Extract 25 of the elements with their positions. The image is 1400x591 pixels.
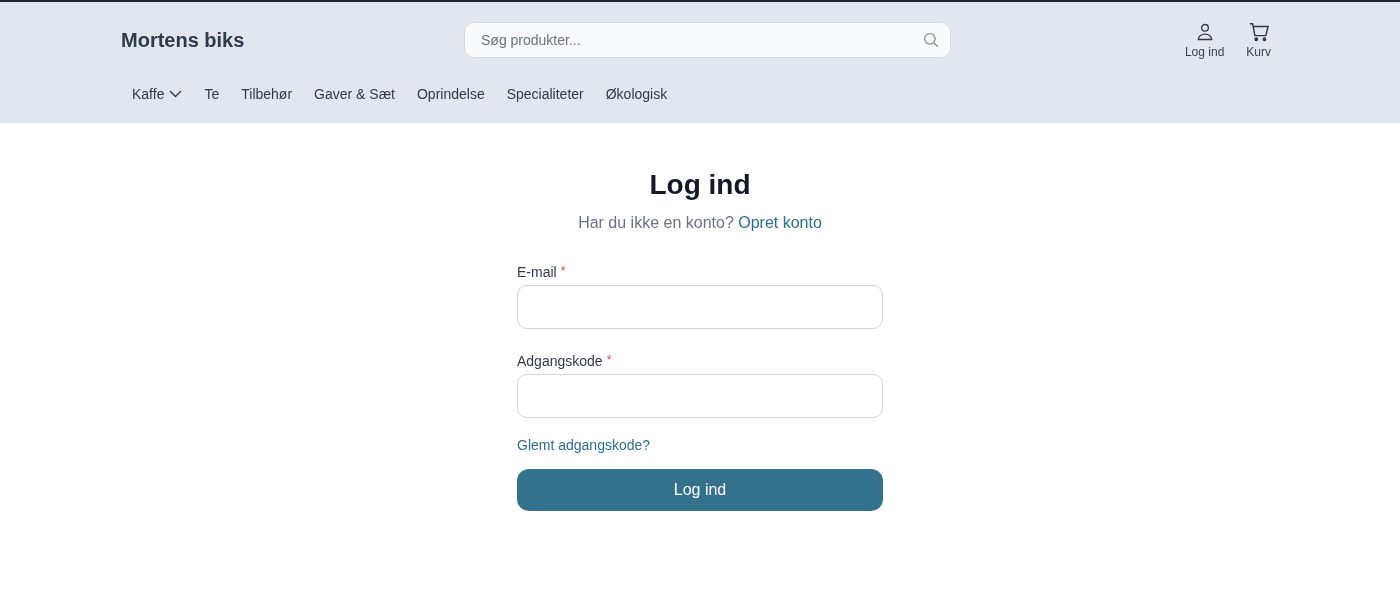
nav-item[interactable]: Te <box>193 78 231 110</box>
nav-item[interactable]: Oprindelse <box>406 78 496 110</box>
cart-icon <box>1247 21 1270 42</box>
login-button[interactable]: Log ind <box>517 469 883 511</box>
cart-link[interactable]: Kurv <box>1246 21 1271 59</box>
chevron-down-icon <box>169 90 183 98</box>
search-field[interactable]: Søg produkter... <box>464 22 951 58</box>
nav-item[interactable]: Specialiteter <box>495 78 595 110</box>
required-mark: * <box>606 353 612 369</box>
forgot-password-link[interactable]: Glemt adgangskode? <box>517 437 651 453</box>
account-link[interactable]: Log ind <box>1184 21 1225 59</box>
required-mark: * <box>560 264 566 280</box>
search-icon[interactable] <box>922 31 940 49</box>
field-label: Adgangskode <box>517 353 603 369</box>
input-field[interactable] <box>517 285 883 329</box>
input-field[interactable] <box>517 374 883 418</box>
site-logo[interactable]: Mortens biks <box>121 28 464 52</box>
signup-link[interactable]: Opret konto <box>738 214 822 231</box>
nav-item[interactable]: Økologisk <box>594 78 679 110</box>
signup-prompt: Har du ikke en konto? Opret konto <box>578 214 822 232</box>
field-label: E-mail <box>517 264 557 280</box>
nav-item[interactable]: Kaffe <box>121 78 194 110</box>
nav-item[interactable]: Tilbehør <box>230 78 304 110</box>
page-title: Log ind <box>649 169 751 201</box>
nav-item[interactable]: Gaver & Sæt <box>303 78 406 110</box>
